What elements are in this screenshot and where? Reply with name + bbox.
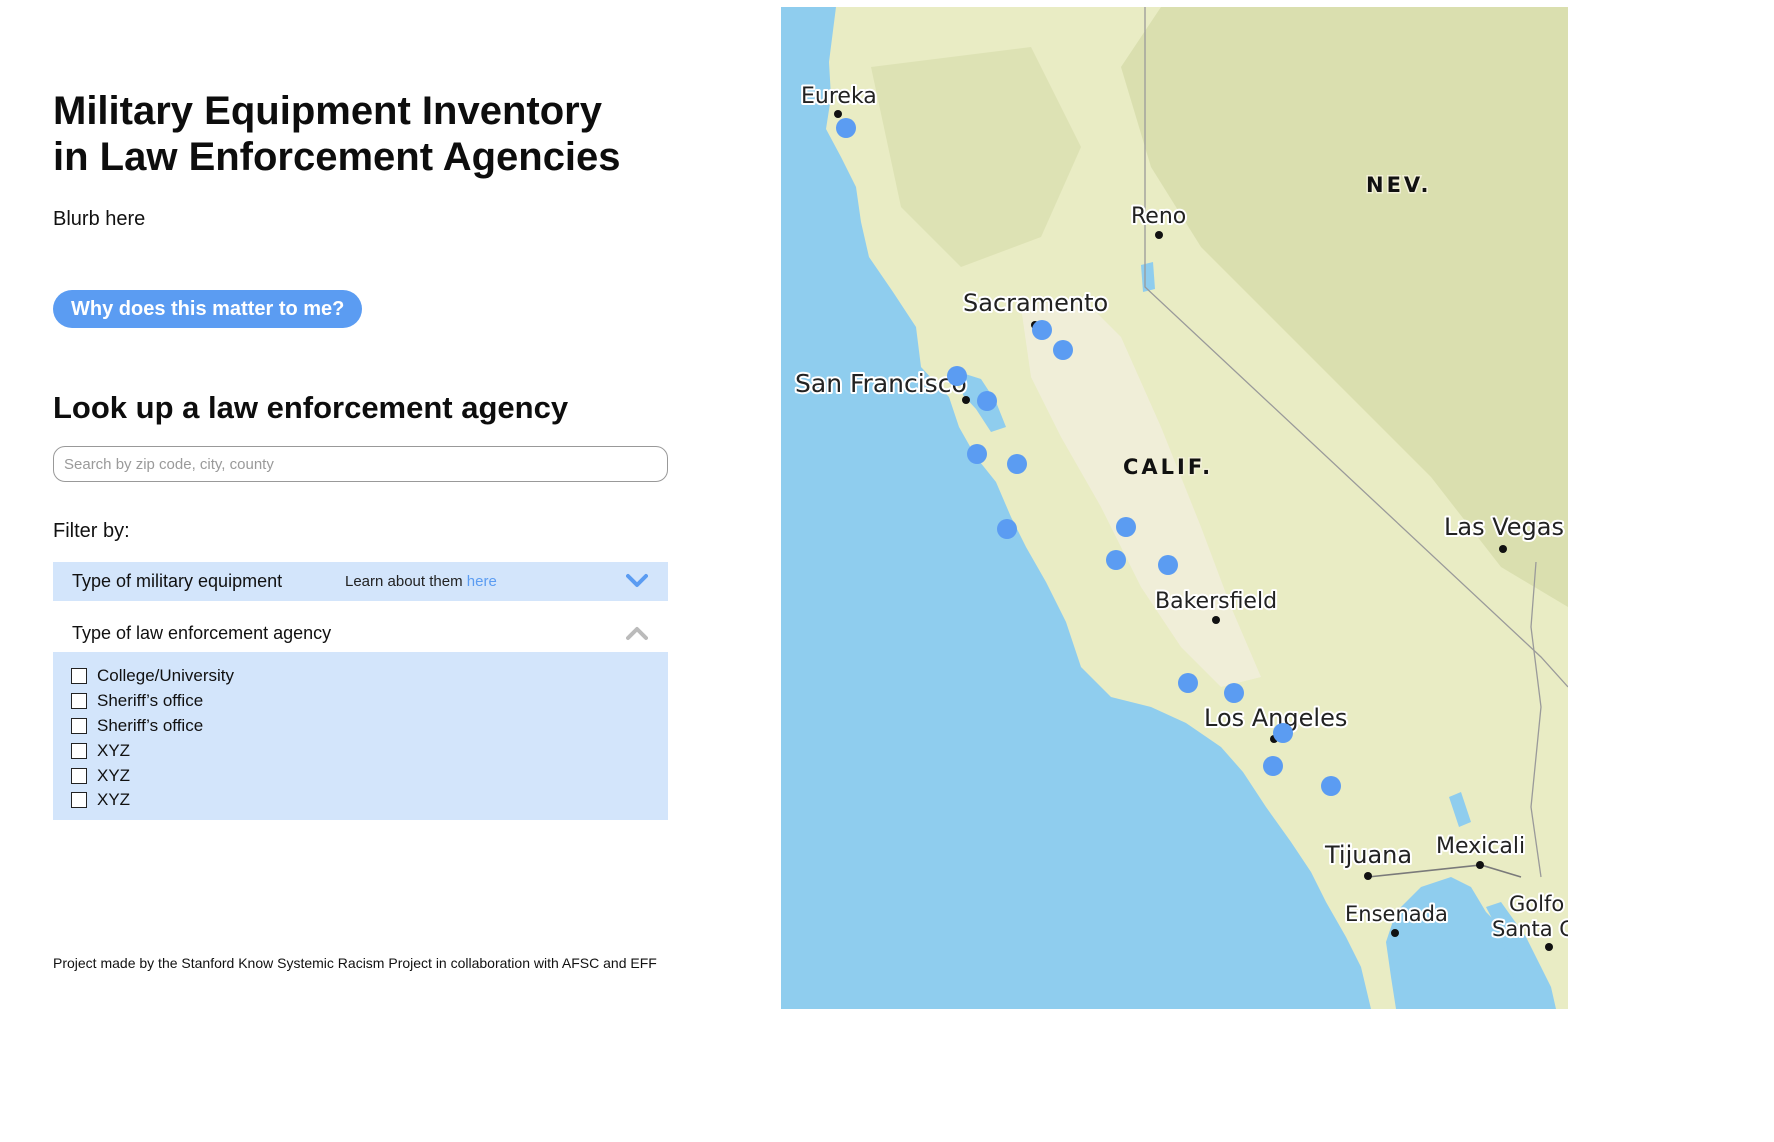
city-dot (834, 110, 842, 118)
agency-marker[interactable] (997, 519, 1017, 539)
checkbox[interactable] (71, 717, 87, 734)
city-label-san-francisco: San Francisco (795, 369, 967, 398)
agency-option-sheriff-2[interactable]: Sheriff’s office (53, 714, 668, 739)
agency-option-label: College/University (97, 666, 234, 686)
agency-option-label: XYZ (97, 790, 131, 810)
city-label-reno: Reno (1131, 204, 1186, 229)
city-label-mexicali: Mexicali (1436, 834, 1525, 859)
checkbox[interactable] (71, 693, 87, 710)
why-matters-button[interactable]: Why does this matter to me? (53, 290, 363, 328)
city-label-tijuana: Tijuana (1324, 841, 1412, 869)
agency-option-xyz-1[interactable]: XYZ (53, 738, 668, 763)
state-label-calif: CALIF. (1123, 455, 1213, 479)
agency-marker[interactable] (947, 366, 967, 386)
checkbox[interactable] (71, 668, 87, 685)
city-dot (1545, 943, 1553, 951)
checkbox[interactable] (71, 742, 87, 759)
agency-marker[interactable] (1224, 683, 1244, 703)
city-dot (1364, 872, 1372, 880)
search-input[interactable] (53, 446, 668, 482)
learn-prefix: Learn about them (345, 573, 467, 590)
agency-marker[interactable] (1032, 320, 1052, 340)
city-label-bakersfield: Bakersfield (1155, 589, 1277, 614)
state-label-nev: NEV. (1366, 173, 1431, 197)
sidebar-panel: Military Equipment Inventory in Law Enfo… (0, 0, 781, 1142)
agency-marker[interactable] (977, 391, 997, 411)
agency-filter-title: Type of law enforcement agency (72, 622, 332, 643)
page-title-line2: in Law Enforcement Agencies (53, 135, 621, 179)
agency-marker[interactable] (967, 444, 987, 464)
checkbox[interactable] (71, 767, 87, 784)
agency-marker[interactable] (1106, 550, 1126, 570)
equipment-filter-accordion[interactable]: Type of military equipment Learn about t… (53, 562, 668, 601)
chevron-up-icon[interactable] (626, 625, 648, 641)
page-title: Military Equipment Inventory in Law Enfo… (53, 88, 693, 180)
agency-option-label: XYZ (97, 740, 131, 760)
city-dot (1155, 231, 1163, 239)
lookup-heading: Look up a law enforcement agency (53, 390, 569, 425)
agency-filter-accordion[interactable]: Type of law enforcement agency (53, 614, 668, 652)
lake-tahoe (1141, 262, 1155, 292)
agency-option-xyz-3[interactable]: XYZ (53, 788, 668, 813)
agency-marker[interactable] (1321, 776, 1341, 796)
page-title-line1: Military Equipment Inventory (53, 89, 602, 133)
equipment-filter-title: Type of military equipment (72, 571, 283, 591)
city-dot (1476, 861, 1484, 869)
agency-option-label: Sheriff’s office (97, 715, 204, 735)
city-dot (1212, 616, 1220, 624)
footer-credit: Project made by the Stanford Know System… (53, 955, 657, 971)
agency-option-xyz-2[interactable]: XYZ (53, 763, 668, 788)
agency-marker[interactable] (1158, 555, 1178, 575)
equipment-learn-text: Learn about them here (345, 573, 497, 590)
agency-option-label: Sheriff’s office (97, 691, 204, 711)
agency-option-label: XYZ (97, 765, 131, 785)
map-view[interactable]: Eureka Reno Sacramento San Francisco Bak… (781, 7, 1568, 1009)
agency-option-college[interactable]: College/University (53, 664, 668, 689)
agency-option-sheriff[interactable]: Sheriff’s office (53, 689, 668, 714)
city-dot (1391, 929, 1399, 937)
agency-filter-options: College/University Sheriff’s office Sher… (53, 652, 668, 820)
city-dot (1499, 545, 1507, 553)
city-label-las-vegas: Las Vegas (1444, 513, 1564, 541)
agency-marker[interactable] (1178, 673, 1198, 693)
city-label-ensenada: Ensenada (1345, 902, 1448, 926)
city-label-eureka: Eureka (801, 84, 877, 109)
filter-label: Filter by: (53, 520, 130, 542)
city-label-santa: Santa C (1492, 917, 1568, 941)
agency-marker[interactable] (1273, 723, 1293, 743)
blurb-text: Blurb here (53, 208, 146, 230)
chevron-down-icon[interactable] (626, 573, 648, 589)
learn-here-link[interactable]: here (467, 573, 497, 590)
city-label-golfo: Golfo (1509, 892, 1564, 916)
map-canvas[interactable]: Eureka Reno Sacramento San Francisco Bak… (781, 7, 1568, 1009)
checkbox[interactable] (71, 792, 87, 809)
agency-marker[interactable] (1053, 340, 1073, 360)
agency-marker[interactable] (836, 118, 856, 138)
agency-marker[interactable] (1263, 756, 1283, 776)
city-label-sacramento: Sacramento (963, 289, 1108, 317)
agency-marker[interactable] (1007, 454, 1027, 474)
agency-marker[interactable] (1116, 517, 1136, 537)
